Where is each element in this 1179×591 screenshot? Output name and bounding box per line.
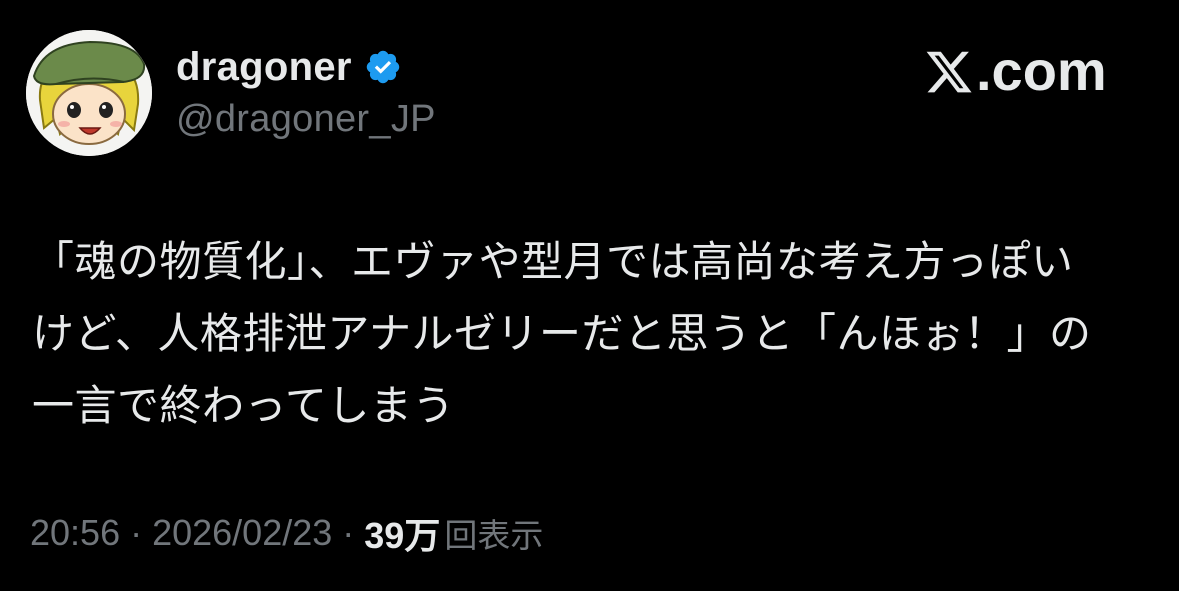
separator-dot: ·	[342, 512, 355, 553]
views-label: 回表示	[444, 516, 544, 555]
tweet-text-line: けど、人格排泄アナルゼリーだと思うと「んほぉ！」の	[32, 309, 1092, 358]
author-block: dragoner @dragoner_JP	[176, 42, 436, 141]
brand-watermark: .com	[924, 38, 1107, 102]
tweet-text-line: 「魂の物質化」、エヴァや型月では高尚な考え方っぽい	[32, 237, 1074, 286]
tweet-meta: 20:56 · 2026/02/23 · 39万 回表示	[30, 508, 543, 558]
views-count[interactable]: 39万	[364, 507, 440, 559]
tweet-text-line: 一言で終わってしまう	[32, 381, 455, 430]
display-name[interactable]: dragoner	[176, 45, 352, 90]
handle[interactable]: @dragoner_JP	[176, 98, 436, 141]
verified-badge-icon	[364, 48, 402, 86]
tweet-date[interactable]: 2026/02/23	[152, 512, 332, 554]
tweet-time[interactable]: 20:56	[30, 512, 120, 554]
separator-dot: ·	[130, 512, 143, 553]
tweet-text: 「魂の物質化」、エヴァや型月では高尚な考え方っぽい けど、人格排泄アナルゼリーだ…	[32, 226, 1157, 442]
tweet-card: dragoner @dragoner_JP .com 「魂の物質化」、エヴァや型…	[0, 0, 1179, 591]
name-row: dragoner	[176, 42, 436, 92]
avatar[interactable]	[26, 30, 152, 156]
brand-domain: .com	[976, 38, 1107, 102]
x-logo-icon	[924, 45, 974, 95]
yukkuri-avatar-icon	[26, 30, 152, 156]
